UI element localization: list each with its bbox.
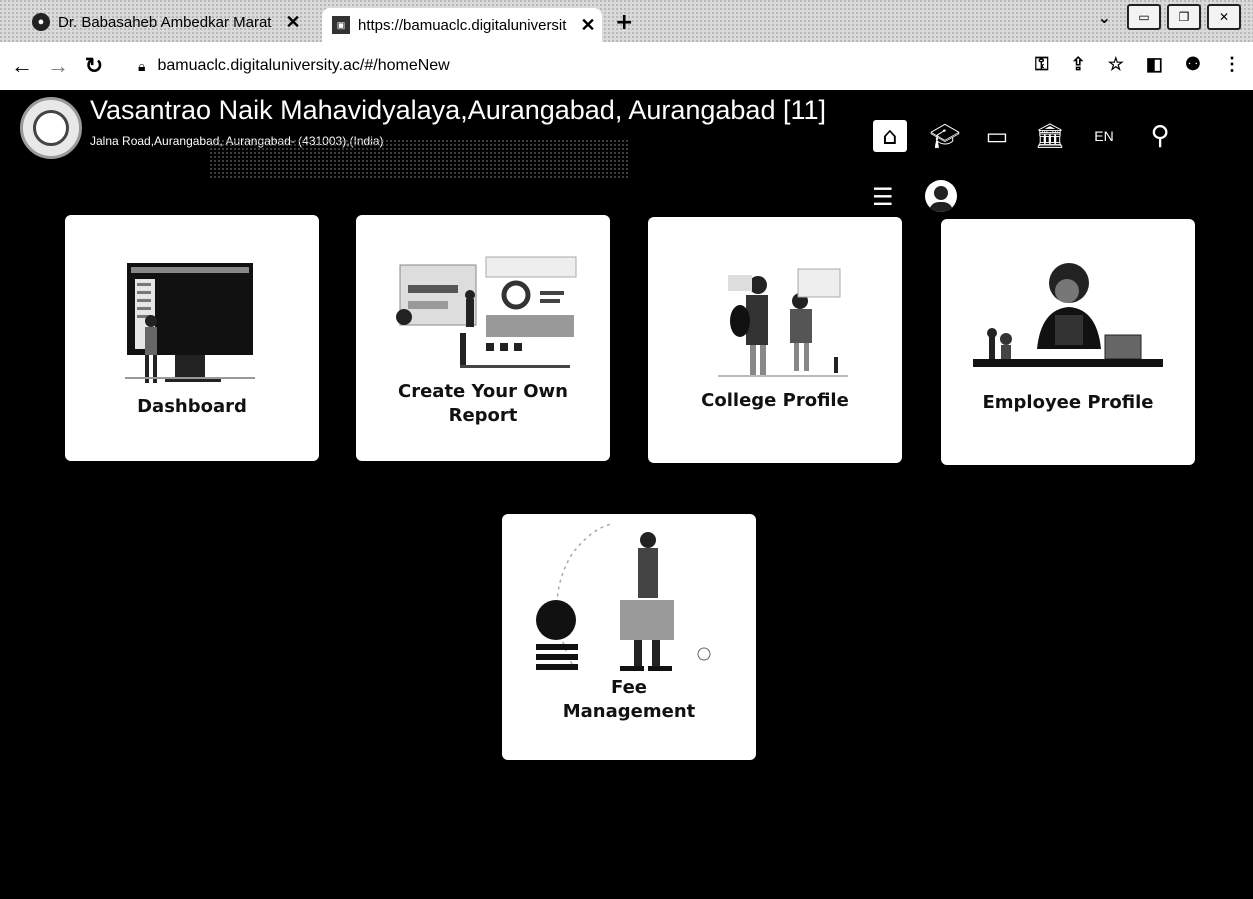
- students-illustration-icon: [718, 268, 848, 377]
- university-logo: [20, 97, 82, 159]
- college-profile-tile[interactable]: College Profile: [648, 217, 902, 463]
- key-icon[interactable]: ⚿: [1035, 54, 1049, 75]
- user-avatar[interactable]: [925, 180, 957, 212]
- bookmark-star-icon[interactable]: ☆: [1108, 54, 1124, 75]
- reload-icon[interactable]: ↻: [80, 53, 108, 79]
- browser-tab-2[interactable]: ▣ https://bamuaclc.digitaluniversit ✕: [322, 8, 602, 42]
- profile-icon[interactable]: ⚉: [1185, 54, 1201, 75]
- college-name: Vasantrao Naik Mahavidyalaya,Aurangabad,…: [90, 95, 827, 125]
- site-favicon-icon: ▣: [332, 16, 350, 34]
- device-icon[interactable]: ▭: [980, 120, 1014, 152]
- back-arrow-icon[interactable]: ←: [8, 53, 36, 79]
- tab-search-chevron-icon[interactable]: ⌄: [1098, 8, 1111, 27]
- tile-label: Dashboard: [137, 396, 247, 417]
- fee-illustration-icon: [536, 523, 711, 671]
- browser-tab-strip: ● Dr. Babasaheb Ambedkar Marat ✕ ▣ https…: [0, 0, 1253, 42]
- close-tab-icon[interactable]: ✕: [580, 15, 595, 36]
- side-panel-icon[interactable]: ◧: [1146, 54, 1163, 75]
- language-selector[interactable]: EN: [1087, 120, 1121, 152]
- window-controls: ⌄ ▭ ❐ ✕: [1098, 4, 1241, 30]
- dashboard-illustration-icon: [125, 263, 255, 383]
- graduation-cap-icon[interactable]: 🎓︎: [928, 120, 962, 152]
- more-menu-icon[interactable]: ⋮: [1223, 54, 1241, 75]
- create-report-tile[interactable]: Create Your Own Report: [356, 215, 610, 461]
- restore-button[interactable]: ❐: [1167, 4, 1201, 30]
- tile-label-line1: Create Your Own: [398, 381, 568, 402]
- share-icon[interactable]: ⇪: [1071, 54, 1086, 75]
- tile-label-line2: Report: [448, 405, 518, 426]
- minimize-button[interactable]: ▭: [1127, 4, 1161, 30]
- tile-label-line1: Fee: [611, 677, 647, 698]
- close-window-button[interactable]: ✕: [1207, 4, 1241, 30]
- home-icon[interactable]: ⌂: [873, 120, 907, 152]
- lock-icon[interactable]: 🔒︎: [138, 58, 145, 75]
- forward-arrow-icon[interactable]: →: [44, 53, 72, 79]
- tile-label: Employee Profile: [982, 392, 1154, 413]
- chrome-favicon-icon: ●: [32, 13, 50, 31]
- browser-tab-1[interactable]: ● Dr. Babasaheb Ambedkar Marat ✕: [32, 6, 302, 38]
- institution-icon[interactable]: 🏛︎: [1033, 120, 1067, 152]
- close-tab-icon[interactable]: ✕: [285, 12, 300, 33]
- dashboard-tile[interactable]: Dashboard: [65, 215, 319, 461]
- hamburger-menu-icon[interactable]: ☰: [872, 183, 894, 211]
- url-field[interactable]: bamuaclc.digitaluniversity.ac/#/homeNew: [157, 57, 449, 75]
- tab-title: https://bamuaclc.digitaluniversit: [358, 16, 567, 34]
- tile-label-line2: Management: [562, 701, 696, 722]
- tile-label: College Profile: [701, 390, 849, 411]
- tab-title: Dr. Babasaheb Ambedkar Marat: [58, 13, 272, 31]
- fee-management-tile[interactable]: Fee Management: [502, 514, 756, 760]
- search-icon[interactable]: ⚲: [1143, 120, 1177, 152]
- report-illustration-icon: [396, 256, 577, 368]
- address-bar: ← → ↻ 🔒︎ bamuaclc.digitaluniversity.ac/#…: [0, 42, 1253, 90]
- browser-toolbar-icons: ⚿ ⇪ ☆ ◧ ⚉ ⋮: [1035, 54, 1241, 75]
- site-header: Vasantrao Naik Mahavidyalaya,Aurangabad,…: [0, 90, 1253, 215]
- header-nav-icons: ⌂ 🎓︎ ▭ 🏛︎ EN ⚲: [853, 120, 1253, 160]
- header-texture: [210, 140, 630, 178]
- new-tab-button[interactable]: +: [615, 10, 633, 35]
- employee-profile-tile[interactable]: Employee Profile: [941, 219, 1195, 465]
- employee-illustration-icon: [973, 263, 1163, 367]
